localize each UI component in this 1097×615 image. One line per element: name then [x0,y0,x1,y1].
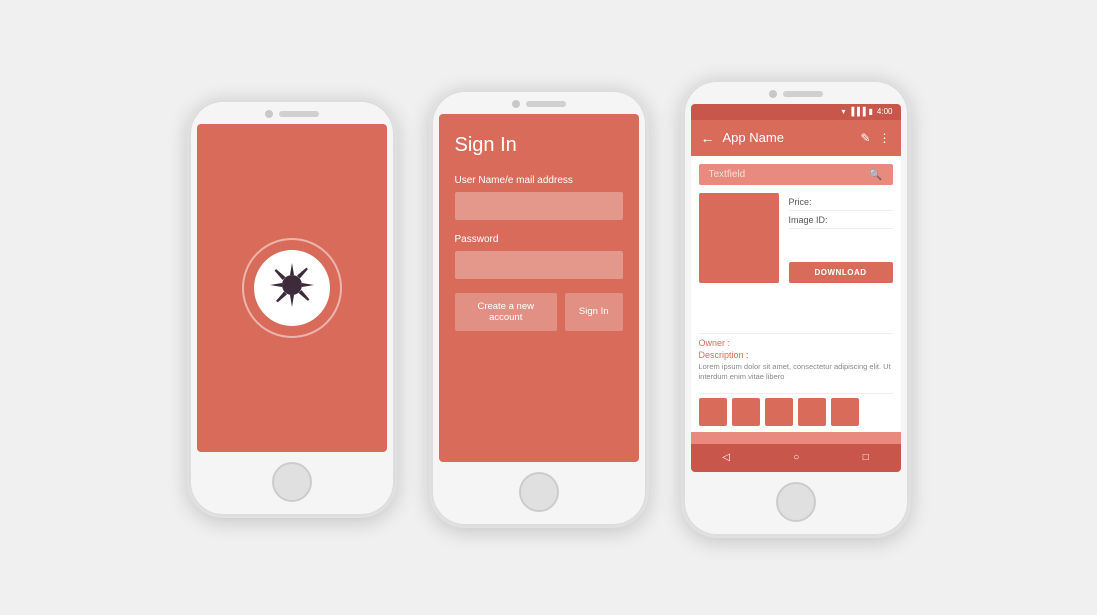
signal-icon: ▐▐▐ [849,107,866,116]
signin-title: Sign In [455,134,623,157]
price-label: Price: [789,197,893,211]
more-icon[interactable]: ⋮ [879,131,891,145]
edit-icon[interactable]: ✎ [860,131,870,145]
phone-3-camera [769,90,777,98]
username-input[interactable] [455,192,623,220]
phone-1-screen [197,124,387,452]
phone-3-speaker [783,91,823,97]
phones-container: Sign In User Name/e mail address Passwor… [0,0,1097,615]
bottom-bar [691,432,901,444]
app-header: ← App Name ✎ ⋮ [691,120,901,156]
search-bar[interactable]: Textfield 🔍 [699,164,893,185]
splash-circle-outer [242,238,342,338]
phone-2-bottom [431,462,647,526]
header-action-icons: ✎ ⋮ [860,131,890,145]
thumbnail-4[interactable] [798,398,826,426]
nav-recents-icon[interactable]: □ [863,452,869,463]
splash-screen [197,124,387,452]
thumbnail-1[interactable] [699,398,727,426]
thumbnails-row [691,398,901,426]
divider-1 [699,333,893,334]
product-image [699,193,779,283]
phone-3-top [683,80,909,104]
signin-buttons: Create a new account Sign In [455,293,623,331]
create-account-button[interactable]: Create a new account [455,293,557,331]
back-button[interactable]: ← [701,130,715,146]
description-label: Description : [699,350,893,360]
product-row: Price: Image ID: DOWNLOAD [699,193,893,283]
phone-1-home-button[interactable] [272,462,312,502]
status-bar: ▾ ▐▐▐ ▮ 4:00 [691,104,901,120]
phone-2: Sign In User Name/e mail address Passwor… [429,88,649,528]
phone-1-top [189,100,395,124]
thumbnail-3[interactable] [765,398,793,426]
phone-3-home-button[interactable] [776,482,816,522]
battery-icon: ▮ [869,107,873,116]
wifi-icon: ▾ [841,107,845,116]
signin-button[interactable]: Sign In [565,293,623,331]
phone-2-speaker [526,101,566,107]
phone-2-screen: Sign In User Name/e mail address Passwor… [439,114,639,462]
phone-3: ▾ ▐▐▐ ▮ 4:00 ← App Name ✎ ⋮ [681,78,911,538]
search-placeholder: Textfield [709,169,869,180]
phone-3-screen: ▾ ▐▐▐ ▮ 4:00 ← App Name ✎ ⋮ [691,104,901,472]
image-id-label: Image ID: [789,215,893,229]
signin-screen: Sign In User Name/e mail address Passwor… [439,114,639,462]
password-label: Password [455,234,623,245]
search-icon[interactable]: 🔍 [869,168,883,181]
phone-2-top [431,90,647,114]
status-time: 4:00 [877,107,893,116]
phone-3-bottom [683,472,909,536]
phone-2-home-button[interactable] [519,472,559,512]
phone-1-speaker [279,111,319,117]
app-title: App Name [723,130,853,145]
status-icons: ▾ ▐▐▐ ▮ [841,107,872,116]
app-screen: ▾ ▐▐▐ ▮ 4:00 ← App Name ✎ ⋮ [691,104,901,472]
divider-2 [699,393,893,394]
phone-1-bottom [189,452,395,516]
content-area: Price: Image ID: DOWNLOAD [691,193,901,329]
password-input[interactable] [455,251,623,279]
username-label: User Name/e mail address [455,175,623,186]
thumbnail-5[interactable] [831,398,859,426]
phone-1 [187,98,397,518]
sun-icon [268,261,316,314]
meta-section: Owner : Description : Lorem ipsum dolor … [691,338,901,389]
owner-label: Owner : [699,338,893,348]
description-text: Lorem ipsum dolor sit amet, consectetur … [699,362,893,383]
nav-back-icon[interactable]: ◁ [722,452,730,463]
thumbnail-2[interactable] [732,398,760,426]
product-info: Price: Image ID: DOWNLOAD [789,193,893,283]
splash-circle-inner [254,250,330,326]
download-button[interactable]: DOWNLOAD [789,262,893,283]
phone-1-camera [265,110,273,118]
nav-home-icon[interactable]: ○ [793,452,799,463]
phone-2-camera [512,100,520,108]
nav-bar: ◁ ○ □ [691,444,901,472]
